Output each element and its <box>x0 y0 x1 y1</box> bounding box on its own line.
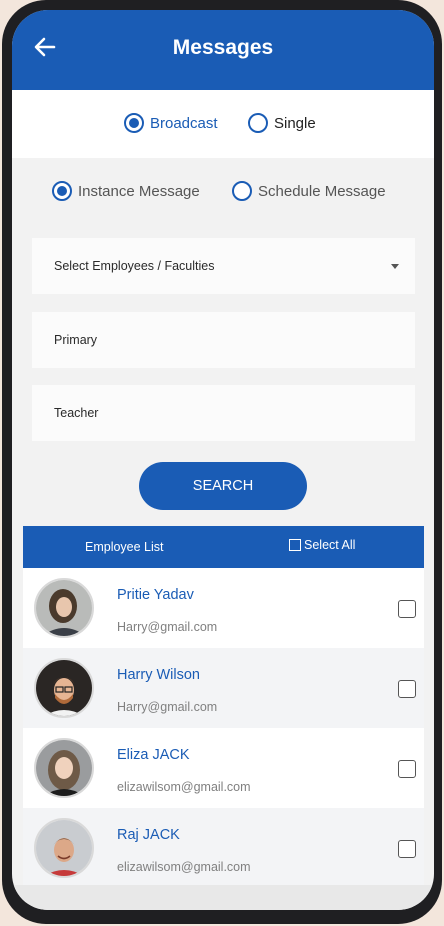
employee-name: Harry Wilson <box>117 667 200 683</box>
mode-selector: Broadcast Single <box>12 90 434 158</box>
role-field-value: Teacher <box>54 406 99 420</box>
radio-schedule-message[interactable]: Schedule Message <box>232 181 386 201</box>
radio-unselected-icon <box>232 181 252 201</box>
employee-email: Harry@gmail.com <box>117 620 218 634</box>
list-item[interactable]: Eliza JACK elizawilsom@gmail.com <box>23 728 424 808</box>
select-all-toggle[interactable]: Select All <box>289 538 355 552</box>
row-checkbox[interactable] <box>398 840 416 858</box>
row-checkbox[interactable] <box>398 680 416 698</box>
employees-select-value: Select Employees / Faculties <box>54 259 215 273</box>
employee-email: elizawilsom@gmail.com <box>117 860 251 874</box>
radio-instance-label: Instance Message <box>78 182 200 200</box>
section-field-value: Primary <box>54 333 98 347</box>
radio-broadcast[interactable]: Broadcast <box>124 113 218 133</box>
avatar <box>34 818 94 878</box>
avatar <box>34 738 94 798</box>
role-field[interactable]: Teacher <box>32 385 415 441</box>
list-item[interactable]: Harry Wilson Harry@gmail.com <box>23 648 424 728</box>
list-item[interactable]: Raj JACK elizawilsom@gmail.com <box>23 808 424 888</box>
employee-list: Pritie Yadav Harry@gmail.com Harry Wilso… <box>23 568 424 888</box>
employees-select[interactable]: Select Employees / Faculties <box>32 238 415 294</box>
avatar <box>34 658 94 718</box>
select-all-label: Select All <box>304 538 356 552</box>
chevron-down-icon <box>391 264 399 269</box>
employee-email: elizawilsom@gmail.com <box>117 780 251 794</box>
radio-schedule-label: Schedule Message <box>258 182 386 200</box>
list-item[interactable]: Pritie Yadav Harry@gmail.com <box>23 568 424 648</box>
list-bottom-fade <box>12 885 434 910</box>
row-checkbox[interactable] <box>398 760 416 778</box>
checkbox-icon <box>289 539 301 551</box>
search-button[interactable]: SEARCH <box>139 462 307 510</box>
employee-name: Eliza JACK <box>117 747 190 763</box>
app-screen: Messages Broadcast Single Instance Messa… <box>12 10 434 910</box>
section-field[interactable]: Primary <box>32 312 415 368</box>
radio-unselected-icon <box>248 113 268 133</box>
employee-name: Pritie Yadav <box>117 587 194 603</box>
employee-name: Raj JACK <box>117 827 180 843</box>
radio-selected-icon <box>124 113 144 133</box>
radio-single[interactable]: Single <box>248 113 316 133</box>
employee-list-header: Employee List Select All <box>23 526 424 568</box>
radio-single-label: Single <box>274 114 316 132</box>
employee-list-title: Employee List <box>85 540 164 554</box>
app-header: Messages <box>12 10 434 90</box>
avatar <box>34 578 94 638</box>
radio-broadcast-label: Broadcast <box>150 114 218 132</box>
row-checkbox[interactable] <box>398 600 416 618</box>
page-title: Messages <box>172 36 274 59</box>
phone-frame: Messages Broadcast Single Instance Messa… <box>2 0 442 924</box>
employee-email: Harry@gmail.com <box>117 700 218 714</box>
radio-selected-icon <box>52 181 72 201</box>
radio-instance-message[interactable]: Instance Message <box>52 181 200 201</box>
